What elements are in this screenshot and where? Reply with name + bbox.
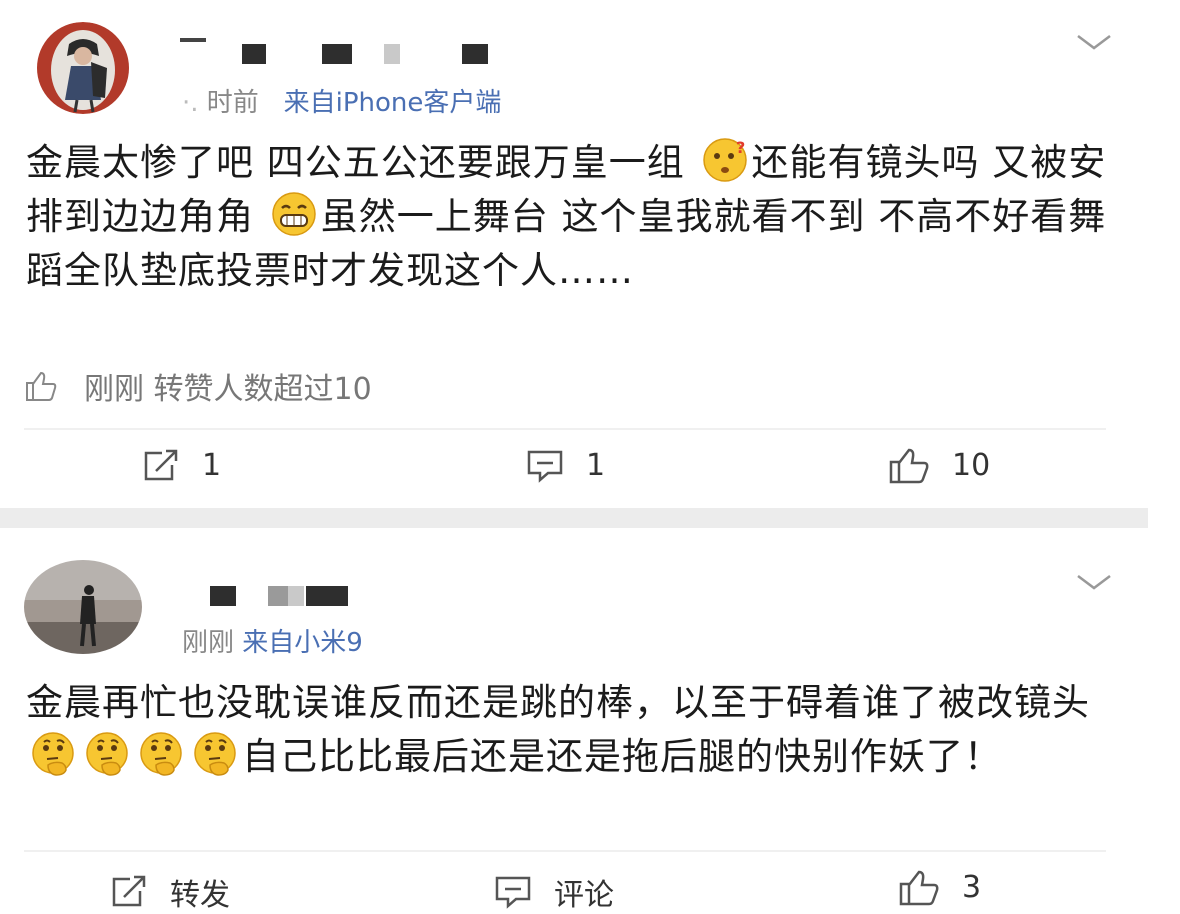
repost-button[interactable]: 1 xyxy=(142,448,221,483)
thinking-face-icon xyxy=(86,732,128,776)
post-meta: 刚刚 来自小米9 xyxy=(182,622,363,659)
content-text-1: 金晨再忙也没耽误谁反而还是跳的棒，以至于碍着谁了被改镜头 xyxy=(26,681,1090,724)
weibo-post-2: 刚刚 来自小米9 金晨再忙也没耽误谁反而还是跳的棒，以至于碍着谁了被改镜头 自己… xyxy=(0,528,1150,913)
comment-count: 1 xyxy=(586,448,606,483)
post-content: 金晨再忙也没耽误谁反而还是跳的棒，以至于碍着谁了被改镜头 自己比比最后还是还是拖 xyxy=(26,676,1116,784)
meta-time: 时前 xyxy=(206,88,259,118)
comment-button[interactable]: 评论 xyxy=(494,870,614,914)
thumbs-up-icon xyxy=(889,448,929,484)
username-obscured[interactable] xyxy=(210,586,370,610)
thumbs-up-icon xyxy=(899,870,939,906)
content-text-2: 自己比比最后还是还是拖后腿的快别作妖了！ xyxy=(242,735,1002,778)
like-summary-text: 刚刚 转赞人数超过10 xyxy=(84,372,372,407)
avatar[interactable] xyxy=(33,22,133,114)
comment-label: 评论 xyxy=(554,878,614,913)
grinning-face-icon xyxy=(272,192,316,236)
meta-source[interactable]: 来自小米9 xyxy=(242,628,363,658)
weibo-post-1: ·. 时前 来自iPhone客户端 金晨太惨了吧 四公五公还要跟万皇一组 ? 还… xyxy=(0,0,1150,508)
like-count: 10 xyxy=(952,447,991,483)
post-content: 金晨太惨了吧 四公五公还要跟万皇一组 ? 还能有镜头吗 又被安排到边边角角 虽然… xyxy=(26,136,1116,298)
meta-time-obscured: ·. xyxy=(182,88,199,118)
like-button[interactable]: 10 xyxy=(888,446,990,484)
confused-face-icon: ? xyxy=(702,138,747,182)
thinking-face-icon xyxy=(32,732,74,776)
content-text-1: 金晨太惨了吧 四公五公还要跟万皇一组 xyxy=(26,141,698,184)
chevron-down-icon[interactable] xyxy=(1076,32,1112,52)
post-meta: ·. 时前 来自iPhone客户端 xyxy=(182,82,501,119)
repost-button[interactable]: 转发 xyxy=(110,870,230,914)
thinking-face-icon xyxy=(140,732,182,776)
thinking-face-icon xyxy=(194,732,236,776)
chevron-down-icon[interactable] xyxy=(1076,572,1112,592)
meta-time: 刚刚 xyxy=(182,628,235,658)
like-summary[interactable]: 刚刚 转赞人数超过10 xyxy=(24,364,372,408)
comment-icon xyxy=(527,450,563,483)
divider xyxy=(24,428,1106,430)
meta-source[interactable]: 来自iPhone客户端 xyxy=(284,88,502,118)
repost-count: 1 xyxy=(202,448,222,483)
post-separator xyxy=(0,508,1148,528)
repost-label: 转发 xyxy=(170,878,230,913)
divider xyxy=(24,850,1106,852)
svg-text:?: ? xyxy=(736,138,746,157)
like-button[interactable]: 3 xyxy=(898,868,981,906)
comment-button[interactable]: 1 xyxy=(526,448,605,483)
thumbs-up-small-icon xyxy=(26,371,57,401)
repost-icon xyxy=(144,449,178,480)
like-count: 3 xyxy=(962,869,982,905)
username-obscured[interactable] xyxy=(180,38,500,64)
avatar[interactable] xyxy=(24,560,142,654)
